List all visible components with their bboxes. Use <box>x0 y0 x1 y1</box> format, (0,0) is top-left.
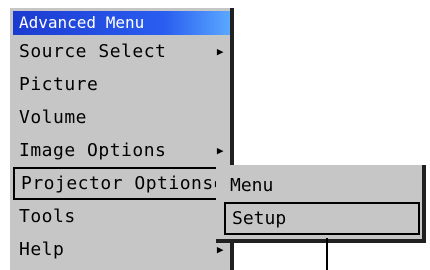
menu-item-label: Volume <box>19 107 88 128</box>
menu-item-tools[interactable]: Tools ▶ <box>13 200 230 233</box>
submenu-item-setup[interactable]: Setup <box>224 202 420 235</box>
menu-item-label: Tools <box>19 206 76 227</box>
menu-item-label: Help <box>19 239 65 260</box>
callout-line <box>326 238 328 270</box>
submenu-item-menu[interactable]: Menu <box>224 169 420 202</box>
submenu-arrow-icon: ▶ <box>216 45 224 58</box>
menu-item-label: Source Select <box>19 41 167 62</box>
submenu-shadow-right <box>422 165 426 239</box>
submenu-shadow-bottom <box>216 239 426 243</box>
advanced-menu: Advanced Menu Source Select ▶ Picture Vo… <box>10 8 230 270</box>
menu-item-volume[interactable]: Volume <box>13 101 230 134</box>
menu-item-help[interactable]: Help ▶ <box>13 233 230 266</box>
menu-item-label: Picture <box>19 74 99 95</box>
menu-title: Advanced Menu <box>13 11 230 35</box>
projector-options-submenu: Menu Setup <box>216 165 426 243</box>
menu-item-label: Image Options <box>19 140 167 161</box>
menu-item-picture[interactable]: Picture <box>13 68 230 101</box>
menu-item-projector-options[interactable]: Projector Options ▶ <box>13 167 230 200</box>
menu-item-image-options[interactable]: Image Options ▶ <box>13 134 230 167</box>
submenu-arrow-icon: ▶ <box>216 144 224 157</box>
menu-item-source-select[interactable]: Source Select ▶ <box>13 35 230 68</box>
menu-item-label: Projector Options <box>21 173 214 194</box>
